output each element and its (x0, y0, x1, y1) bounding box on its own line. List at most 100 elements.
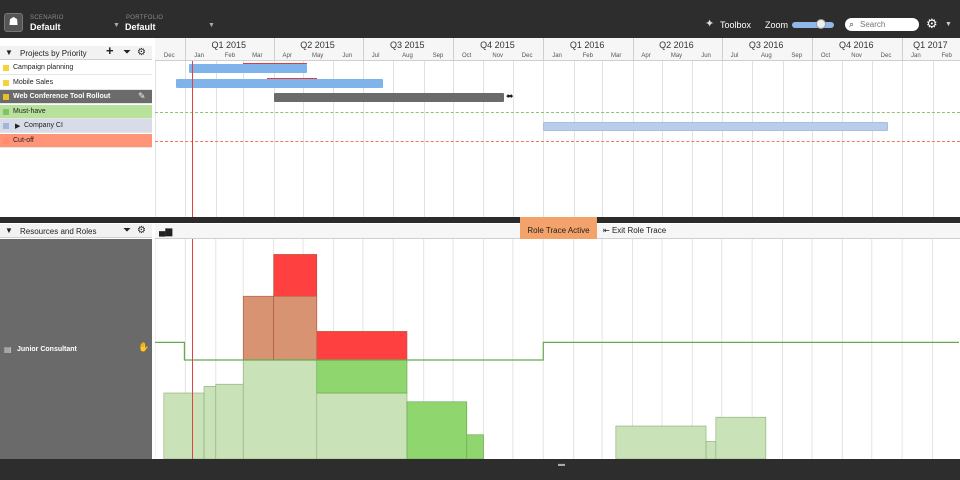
quarter-label: Q1 2015 (211, 40, 247, 50)
portfolio-value: Default (125, 22, 156, 32)
month-label: Sep (432, 53, 444, 59)
filter-icon[interactable]: ⏷ (123, 47, 131, 58)
quarter-divider (543, 38, 545, 61)
month-label: Jul (730, 53, 739, 59)
quarter-divider (721, 38, 723, 61)
campaign-planning-bar[interactable] (189, 64, 307, 73)
mobile-sales-bar[interactable] (175, 78, 384, 88)
must-have-line (155, 111, 960, 113)
zoom-slider-handle[interactable] (816, 19, 826, 29)
timeline-header: Dec Jan Feb Mar Apr May Jun Jul Aug Sep Oct Nov Dec J… (155, 38, 960, 61)
exit-icon: ⇤ (603, 226, 612, 235)
month-label: Jun (701, 53, 711, 59)
grid-line (902, 61, 904, 217)
zoom-slider[interactable] (792, 22, 834, 28)
month-label: Feb (941, 53, 952, 59)
resize-handle-icon[interactable]: ▬ (558, 461, 565, 468)
portfolio-selector[interactable]: PORTFOLIO Default ▼ (120, 0, 220, 38)
quarter-divider (185, 38, 187, 61)
quarter-label: Q4 2016 (839, 40, 874, 50)
capacity-chart (155, 239, 960, 459)
resources-gear-icon[interactable]: ⚙ (137, 225, 146, 236)
grid-line (423, 61, 425, 217)
month-label: May (311, 53, 324, 59)
month-label: Feb (582, 53, 593, 59)
panel-splitter[interactable] (0, 217, 960, 223)
company-ci-bar[interactable] (543, 122, 889, 131)
project-row-cut-off[interactable]: Cut-off (0, 133, 152, 148)
demand-step (715, 416, 767, 459)
grid-line (871, 61, 873, 217)
project-row-campaign-planning[interactable]: Campaign planning (0, 61, 152, 75)
project-row-mobile-sales[interactable]: Mobile Sales (0, 76, 152, 90)
portfolio-caret-icon[interactable]: ▼ (208, 22, 215, 29)
priority-marker (3, 123, 9, 129)
resize-arrows-icon[interactable]: ⬌ (506, 91, 514, 102)
project-row-web-conference-tool-rollout[interactable]: Web Conference Tool Rollout ✎ (0, 90, 152, 104)
month-label: Dec (163, 53, 175, 59)
grid-line (573, 61, 575, 217)
scenario-label: SCENARIO (30, 15, 64, 21)
grid-line (842, 61, 844, 217)
exit-role-trace-button[interactable]: ⇤ Exit Role Trace (603, 226, 666, 235)
top-bar: ☗ SCENARIO Default ▼ PORTFOLIO Default ▼… (0, 0, 960, 38)
scenario-caret-icon[interactable]: ▼ (113, 22, 120, 29)
overallocation-step (316, 331, 408, 361)
grid-line (393, 61, 395, 217)
scenario-value: Default (30, 22, 61, 32)
priority-marker (3, 137, 9, 144)
project-row-must-have[interactable]: Must-have (0, 104, 152, 119)
traced-step (406, 401, 468, 459)
resources-collapse-triangle-icon[interactable]: ▼ (5, 226, 13, 235)
search-input[interactable] (845, 18, 919, 31)
project-row-label: Campaign planning (13, 64, 74, 71)
magic-wand-icon[interactable]: ✦ (705, 17, 714, 30)
table-icon: ▤ (4, 345, 12, 354)
quarter-divider (902, 38, 904, 61)
demand-step (615, 425, 707, 459)
settings-caret-icon[interactable]: ▼ (945, 21, 952, 28)
demand-step (242, 359, 318, 459)
traced-step (466, 434, 484, 459)
exit-role-trace-label: Exit Role Trace (611, 226, 667, 235)
month-label: Nov (492, 53, 504, 59)
gantt-area: ⬌ (155, 61, 960, 217)
toolbox-button[interactable]: Toolbox (720, 20, 751, 30)
add-project-button[interactable]: + (106, 44, 114, 57)
overallocation-step (242, 295, 274, 361)
grid-line (811, 61, 813, 217)
web-conference-bar[interactable] (273, 93, 505, 102)
month-label: Jan (911, 53, 921, 59)
quarter-label: Q2 2015 (300, 40, 335, 50)
drag-hand-icon[interactable]: ✋ (138, 342, 149, 353)
gear-icon[interactable]: ⚙ (926, 16, 938, 32)
grid-line (932, 61, 934, 217)
collapse-triangle-icon[interactable]: ▼ (5, 48, 13, 57)
scenario-selector[interactable]: SCENARIO Default ▼ (0, 0, 130, 38)
project-row-label: Mobile Sales (13, 78, 54, 86)
stack-view-icon[interactable]: ▄▆ (159, 226, 172, 237)
grid-line (453, 61, 455, 217)
resource-list: ▤ Junior Consultant ✋ (0, 239, 152, 459)
quarter-label: Q2 2016 (659, 40, 694, 50)
month-label: Feb (224, 53, 236, 59)
month-label: Nov (851, 53, 862, 59)
demand-step (705, 441, 717, 459)
project-row-company-ci[interactable]: ▶ Company CI (0, 119, 152, 133)
project-row-label: Web Conference Tool Rollout (13, 93, 111, 100)
edit-pencil-icon[interactable]: ✎ (138, 91, 146, 102)
resources-filter-icon[interactable]: ⏷ (123, 225, 131, 236)
month-label: Sep (791, 53, 803, 59)
resource-name[interactable]: Junior Consultant (17, 346, 77, 353)
app-window: ☗ SCENARIO Default ▼ PORTFOLIO Default ▼… (0, 0, 960, 480)
grid-line (483, 61, 485, 217)
projects-gear-icon[interactable]: ⚙ (137, 47, 146, 58)
role-trace-active-badge: Role Trace Active (520, 217, 597, 239)
month-label: Apr (641, 53, 651, 59)
grid-line (632, 61, 634, 217)
month-label: Jan (552, 53, 562, 59)
overallocation-step (273, 295, 318, 361)
expand-triangle-icon[interactable]: ▶ (15, 122, 20, 130)
today-line (192, 61, 193, 217)
month-label: Jun (342, 53, 353, 59)
